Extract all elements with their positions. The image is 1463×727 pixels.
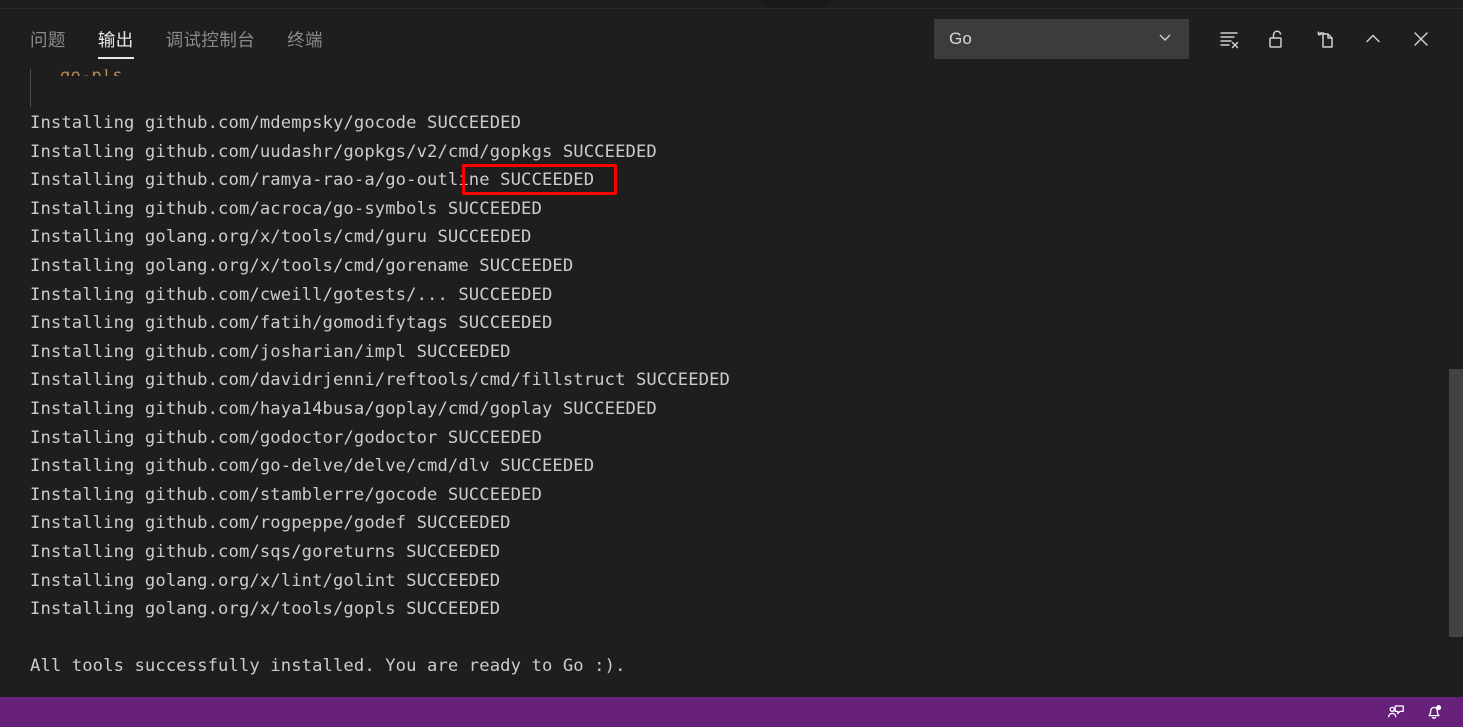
panel-header: 问题 输出 调试控制台 终端 Go bbox=[0, 9, 1463, 69]
notifications-button[interactable] bbox=[1417, 697, 1451, 727]
output-scrollbar[interactable] bbox=[1449, 69, 1463, 697]
output-channel-value: Go bbox=[949, 29, 973, 48]
notifications-bell-icon bbox=[1425, 703, 1443, 721]
status-bar bbox=[0, 697, 1463, 727]
output-line: Installing github.com/davidrjenni/reftoo… bbox=[30, 370, 730, 391]
output-line: Installing github.com/ramya-rao-a/go-out… bbox=[30, 170, 595, 191]
output-line: Installing github.com/sqs/goreturns SUCC… bbox=[30, 541, 501, 562]
clear-output-button[interactable] bbox=[1205, 17, 1253, 61]
tab-problems[interactable]: 问题 bbox=[30, 9, 82, 69]
output-line: All tools successfully installed. You ar… bbox=[30, 656, 626, 677]
output-text-body: go-pls Installing github.com/mdempsky/go… bbox=[0, 69, 1463, 697]
panel-header-actions: Go bbox=[934, 17, 1463, 61]
tab-problems-label: 问题 bbox=[30, 29, 66, 50]
tab-debug-console[interactable]: 调试控制台 bbox=[150, 9, 272, 69]
tab-terminal-label: 终端 bbox=[287, 29, 323, 50]
output-line: Installing golang.org/x/tools/cmd/gorena… bbox=[30, 255, 574, 276]
output-line: Installing golang.org/x/tools/gopls SUCC… bbox=[30, 599, 501, 620]
indent-guide-line bbox=[30, 69, 31, 107]
output-line: Installing github.com/stamblerre/gocode … bbox=[30, 484, 542, 505]
output-log-lines: Installing github.com/mdempsky/gocode SU… bbox=[30, 109, 1423, 681]
output-line: Installing github.com/cweill/gotests/...… bbox=[30, 284, 553, 305]
output-line: Installing github.com/mdempsky/gocode SU… bbox=[30, 113, 522, 133]
output-line: Installing github.com/haya14busa/goplay/… bbox=[30, 398, 657, 419]
tab-output-label: 输出 bbox=[97, 29, 134, 50]
feedback-button[interactable] bbox=[1379, 697, 1413, 727]
clipped-top-line: go-pls bbox=[60, 69, 123, 76]
open-in-editor-button[interactable] bbox=[1301, 17, 1349, 61]
status-bar-right bbox=[1379, 697, 1463, 727]
output-panel-window: 问题 输出 调试控制台 终端 Go Installing github.com/… bbox=[0, 0, 1463, 727]
panel-tabs: 问题 输出 调试控制台 终端 bbox=[0, 9, 339, 69]
window-drag-nub bbox=[760, 0, 830, 8]
collapse-panel-button[interactable] bbox=[1349, 17, 1397, 61]
tab-debug-console-label: 调试控制台 bbox=[165, 29, 256, 50]
output-line: Installing github.com/rogpeppe/godef SUC… bbox=[30, 513, 511, 534]
output-line: Installing github.com/go-delve/delve/cmd… bbox=[30, 456, 595, 477]
chevron-down-icon bbox=[1156, 28, 1174, 51]
output-scrollbar-thumb[interactable] bbox=[1449, 369, 1463, 637]
output-line: Installing github.com/acroca/go-symbols … bbox=[30, 198, 542, 219]
output-line: Installing github.com/uudashr/gopkgs/v2/… bbox=[30, 141, 657, 162]
output-line: Installing golang.org/x/lint/golint SUCC… bbox=[30, 570, 501, 591]
output-channel-select[interactable]: Go bbox=[934, 19, 1189, 59]
tab-output[interactable]: 输出 bbox=[82, 9, 150, 69]
tab-terminal[interactable]: 终端 bbox=[271, 9, 339, 69]
output-line: Installing github.com/fatih/gomodifytags… bbox=[30, 313, 553, 334]
output-content-area[interactable]: go-pls Installing github.com/mdempsky/go… bbox=[0, 69, 1463, 697]
close-panel-button[interactable] bbox=[1397, 17, 1445, 61]
output-line: Installing golang.org/x/tools/cmd/guru S… bbox=[30, 227, 532, 248]
window-drag-region bbox=[0, 0, 1463, 9]
unlock-scroll-button[interactable] bbox=[1253, 17, 1301, 61]
output-line: Installing github.com/godoctor/godoctor … bbox=[30, 427, 542, 448]
output-line: Installing github.com/josharian/impl SUC… bbox=[30, 341, 511, 362]
feedback-icon bbox=[1387, 703, 1405, 721]
